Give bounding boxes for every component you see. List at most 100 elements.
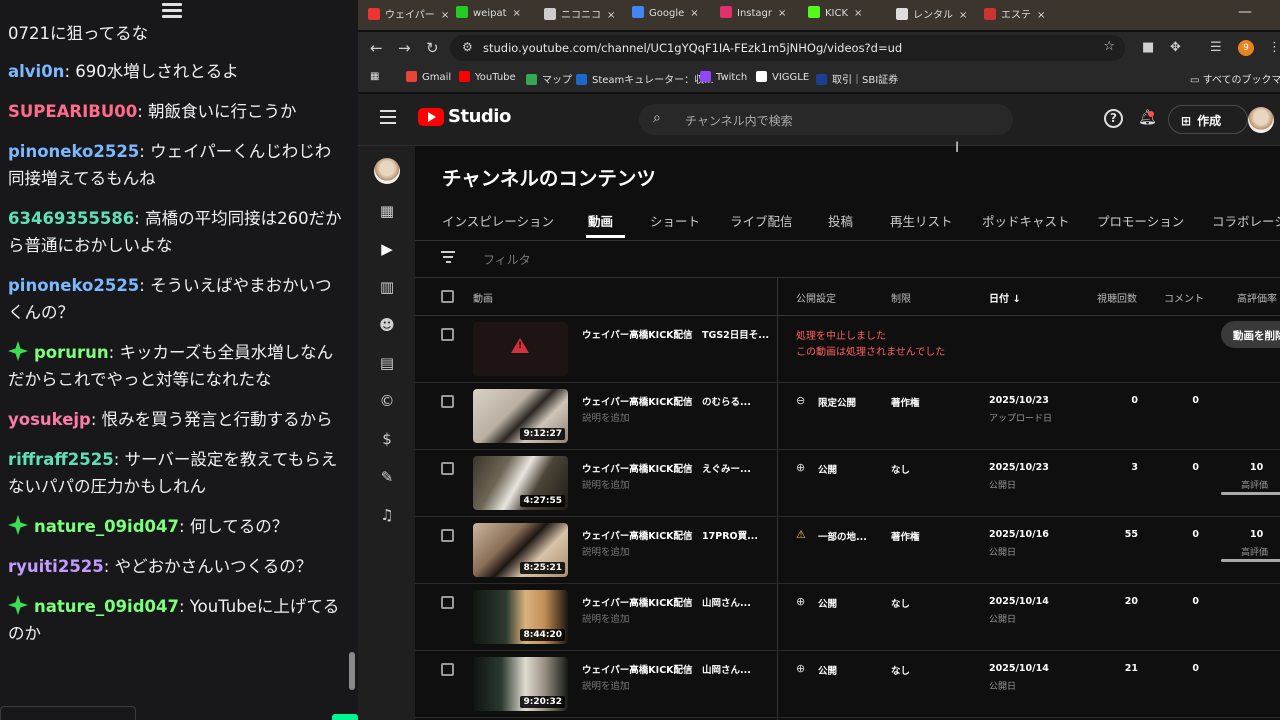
table-row[interactable]: 9:12:27 ウェイパー高橋KICK配信 のむらる... 説明を追加 ⊖ 限定公開 著作… (415, 383, 1280, 450)
youtube-logo-icon[interactable] (418, 108, 444, 126)
all-bookmarks-folder[interactable]: ▭ すべてのブックマーク (1190, 71, 1280, 86)
tab-close-icon[interactable]: × (690, 8, 698, 19)
row-checkbox[interactable] (441, 395, 454, 408)
row-checkbox[interactable] (441, 529, 454, 542)
reload-icon[interactable]: ↻ (426, 39, 439, 57)
menu-icon[interactable]: ⋮ (1268, 40, 1280, 55)
chat-username[interactable]: nature_09id047 (34, 517, 179, 536)
filter-bar[interactable]: フィルタ (415, 241, 1280, 278)
video-thumbnail[interactable]: 4:27:55 (473, 456, 568, 510)
chat-username[interactable]: yosukejp (8, 410, 91, 429)
select-all-checkbox[interactable] (441, 290, 454, 303)
video-description[interactable]: 説明を追加 (582, 678, 630, 692)
browser-tab[interactable]: レンタル × (896, 6, 967, 26)
visibility-status[interactable]: 公開 (818, 462, 837, 476)
back-icon[interactable]: ← (370, 39, 383, 57)
puzzle-icon[interactable]: ✥ (1170, 40, 1181, 55)
table-row[interactable]: 8:25:21 ウェイパー高橋KICK配信 17PRO買... 説明を追加 ⚠ 一部の地… (415, 517, 1280, 584)
video-title[interactable]: ウェイパー高橋KICK配信 山岡さん... (582, 595, 772, 609)
tab-close-icon[interactable]: × (441, 10, 449, 21)
tab-1[interactable]: 動画 (588, 211, 613, 230)
bookmark-item[interactable]: YouTube (459, 71, 516, 83)
bookmark-item[interactable]: Steamキュレーター：収... (576, 71, 714, 86)
restriction-status[interactable]: なし (891, 596, 910, 610)
bookmark-item[interactable]: Twitch (700, 71, 747, 83)
visibility-status[interactable]: 公開 (818, 596, 837, 610)
content-icon[interactable]: ▶ (376, 238, 398, 260)
tab-close-icon[interactable]: × (854, 8, 862, 19)
row-checkbox[interactable] (441, 328, 454, 341)
browser-tab[interactable]: Google × (632, 6, 699, 26)
bookmark-item[interactable]: 取引｜SBI証券 (816, 71, 898, 86)
tab-3[interactable]: ライブ配信 (730, 211, 793, 230)
bookmark-item[interactable]: マップ (526, 71, 572, 86)
url-field[interactable]: ⚙ studio.youtube.com/channel/UC1gYQqF1IA… (450, 35, 1125, 61)
browser-tab[interactable]: KICK × (808, 6, 862, 26)
tab-close-icon[interactable]: × (959, 10, 967, 21)
tab-7[interactable]: プロモーション (1097, 211, 1184, 230)
profile-badge[interactable]: 9 (1238, 40, 1254, 56)
apps-icon[interactable]: ▦ (370, 71, 379, 82)
help-icon[interactable]: ? (1104, 109, 1123, 128)
row-checkbox[interactable] (441, 596, 454, 609)
subtitles-icon[interactable]: ▤ (376, 352, 398, 374)
video-title[interactable]: ウェイパー高橋KICK配信 えぐみー... (582, 461, 772, 475)
filter-icon[interactable] (441, 251, 455, 266)
media-queue-icon[interactable]: ☰ (1210, 40, 1222, 55)
restriction-status[interactable]: なし (891, 462, 910, 476)
table-row[interactable]: ウェイパー高橋KICK配信 TGS2日目そ... 処理を中止しました この動画は… (415, 316, 1280, 383)
video-description[interactable]: 説明を追加 (582, 611, 630, 625)
video-title[interactable]: ウェイパー高橋KICK配信 山岡さん... (582, 662, 772, 676)
tab-close-icon[interactable]: × (1037, 10, 1045, 21)
video-description[interactable]: 説明を追加 (582, 477, 630, 491)
browser-tab[interactable]: Instagr × (720, 6, 786, 26)
site-info-icon[interactable]: ⚙ (462, 40, 473, 54)
video-title[interactable]: ウェイパー高橋KICK配信 17PRO買... (582, 528, 772, 542)
table-row[interactable]: 8:44:20 ウェイパー高橋KICK配信 山岡さん... 説明を追加 ⊕ 公開 なし 20… (415, 584, 1280, 651)
tab-5[interactable]: 再生リスト (890, 211, 953, 230)
audio-library-icon[interactable]: ♫ (376, 504, 398, 526)
tab-close-icon[interactable]: × (513, 8, 521, 19)
filter-input[interactable]: フィルタ (483, 251, 531, 268)
chat-username[interactable]: porurun (34, 343, 109, 362)
visibility-status[interactable]: 限定公開 (818, 395, 856, 409)
studio-logo-text[interactable]: Studio (448, 106, 511, 127)
browser-tab[interactable]: ニコニコ × (544, 6, 615, 26)
visibility-status[interactable]: 一部の地... (818, 529, 867, 543)
chat-username[interactable]: alvi0n (8, 62, 64, 81)
tab-close-icon[interactable]: × (778, 8, 786, 19)
create-button[interactable]: ⊞ 作成 (1168, 105, 1248, 134)
browser-tab[interactable]: ウェイパー × (368, 6, 449, 26)
channel-search-input[interactable]: ⌕ チャンネル内で検索 (639, 104, 1013, 135)
video-description[interactable]: 説明を追加 (582, 410, 630, 424)
forward-icon[interactable]: → (398, 39, 411, 57)
customization-icon[interactable]: ✎ (376, 466, 398, 488)
restriction-status[interactable]: 著作権 (891, 395, 920, 409)
hamburger-menu-icon[interactable] (380, 110, 396, 128)
window-minimize-icon[interactable]: — (1238, 4, 1252, 20)
channel-avatar[interactable] (374, 158, 400, 184)
browser-tab[interactable]: weipat × (456, 6, 521, 26)
url-text[interactable]: studio.youtube.com/channel/UC1gYQqF1IA-F… (483, 41, 902, 55)
chat-scrollbar[interactable] (349, 652, 355, 690)
chat-input-box[interactable] (0, 706, 136, 720)
bookmark-star-icon[interactable]: ☆ (1103, 39, 1115, 54)
copyright-icon[interactable]: © (376, 390, 398, 412)
notifications-bell-icon[interactable]: 🔔︎ (1138, 108, 1157, 126)
analytics-icon[interactable]: ▥ (376, 276, 398, 298)
chat-username[interactable]: pinoneko2525 (8, 276, 139, 295)
tab-2[interactable]: ショート (650, 211, 700, 230)
community-icon[interactable]: ☻ (376, 314, 398, 336)
chat-username[interactable]: nature_09id047 (34, 597, 179, 616)
delete-video-button[interactable]: 動画を削除 (1221, 321, 1280, 348)
video-thumbnail[interactable]: 8:44:20 (473, 590, 568, 644)
tab-0[interactable]: インスピレーション (442, 211, 554, 230)
restriction-status[interactable]: なし (891, 663, 910, 677)
account-avatar[interactable] (1248, 107, 1274, 133)
video-description[interactable]: 説明を追加 (582, 544, 630, 558)
bookmark-item[interactable]: Gmail (406, 71, 451, 83)
chat-username[interactable]: pinoneko2525 (8, 142, 139, 161)
col-date-sort[interactable]: 日付 ↓ (989, 290, 1021, 305)
chat-username[interactable]: SUPEARIBU00 (8, 102, 137, 121)
row-checkbox[interactable] (441, 663, 454, 676)
